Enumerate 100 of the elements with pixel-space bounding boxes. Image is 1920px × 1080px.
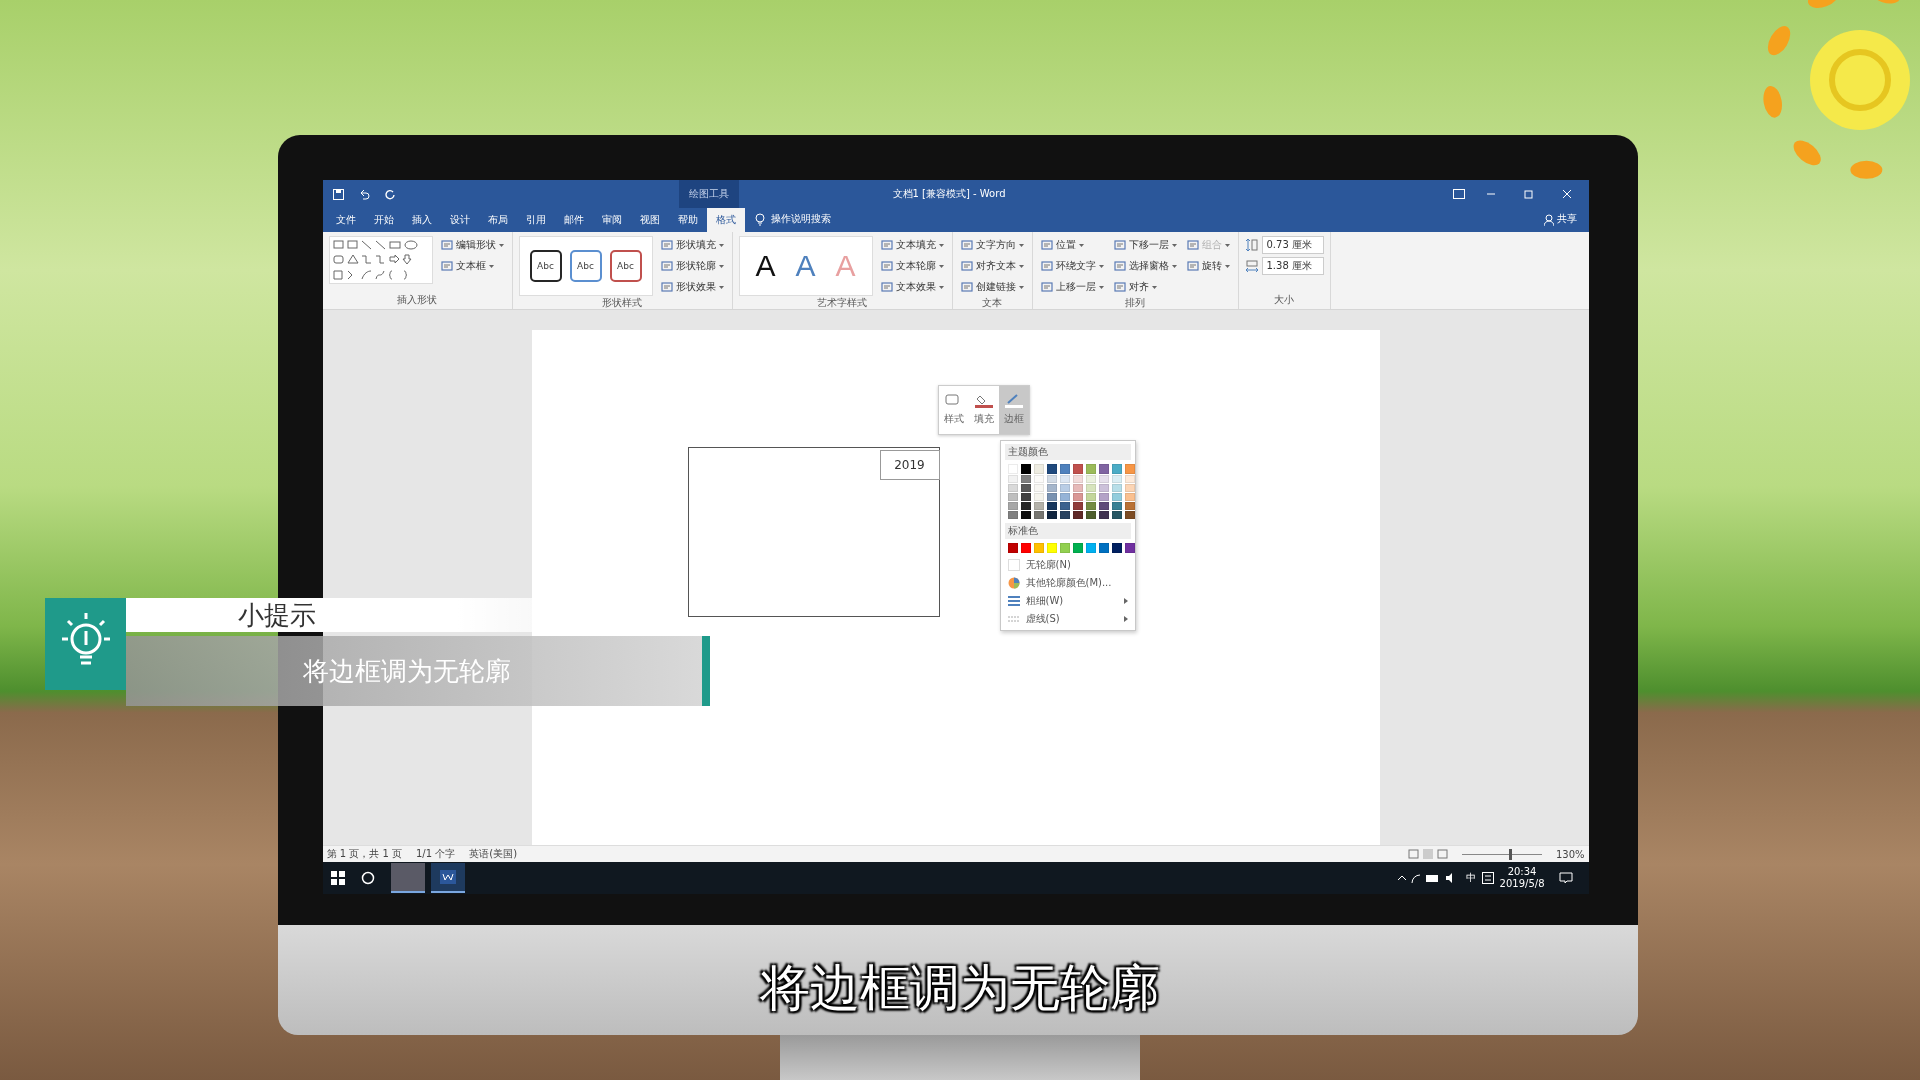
color-swatch[interactable] — [1046, 484, 1057, 492]
taskbar-app-icon[interactable] — [430, 863, 465, 893]
color-swatch[interactable] — [1046, 493, 1057, 501]
color-swatch[interactable] — [1072, 464, 1083, 474]
ribbon-button[interactable]: 文本填充 — [878, 236, 946, 254]
color-swatch[interactable] — [1007, 464, 1018, 474]
color-swatch[interactable] — [1033, 493, 1044, 501]
color-swatch[interactable] — [1072, 511, 1083, 519]
share-button[interactable]: 共享 — [1556, 212, 1577, 226]
color-swatch[interactable] — [1072, 502, 1083, 510]
color-swatch[interactable] — [1098, 543, 1109, 553]
color-swatch[interactable] — [1007, 511, 1018, 519]
ribbon-tab[interactable]: 视图 — [630, 208, 669, 232]
ribbon-tab[interactable]: 文件 — [326, 208, 365, 232]
color-swatch[interactable] — [1007, 484, 1018, 492]
ribbon-button[interactable]: 旋转 — [1184, 257, 1232, 275]
ribbon-button[interactable]: 文本框 — [438, 257, 506, 275]
color-swatch[interactable] — [1020, 475, 1031, 483]
color-swatch[interactable] — [1111, 475, 1122, 483]
color-swatch[interactable] — [1007, 543, 1018, 553]
shape-style-preset[interactable]: Abc — [609, 250, 642, 282]
color-swatch[interactable] — [1085, 464, 1096, 474]
ribbon-button[interactable]: 创建链接 — [958, 278, 1026, 296]
toolbar-button[interactable]: 样式 — [938, 386, 969, 434]
color-swatch[interactable] — [1033, 475, 1044, 483]
size-field[interactable]: 1.38 厘米 — [1261, 257, 1324, 275]
shape-style-preset[interactable]: Abc — [569, 250, 602, 282]
ribbon-button[interactable]: 编辑形状 — [438, 236, 506, 254]
color-swatch[interactable] — [1020, 511, 1031, 519]
save-icon[interactable] — [332, 188, 344, 200]
color-swatch[interactable] — [1020, 484, 1031, 492]
color-swatch[interactable] — [1085, 493, 1096, 501]
tell-me-search[interactable]: 操作说明搜索 — [770, 212, 831, 226]
ribbon-button[interactable]: 下移一层 — [1111, 236, 1179, 254]
color-swatch[interactable] — [1007, 475, 1018, 483]
keyboard-icon[interactable] — [1481, 872, 1494, 884]
color-swatch[interactable] — [1124, 464, 1135, 474]
ribbon-button[interactable]: 对齐文本 — [958, 257, 1026, 275]
color-swatch[interactable] — [1098, 484, 1109, 492]
ribbon-tab[interactable]: 引用 — [516, 208, 555, 232]
wordart-preset[interactable]: A — [749, 249, 782, 283]
color-swatch[interactable] — [1033, 543, 1044, 553]
color-swatch[interactable] — [1124, 484, 1135, 492]
ribbon-tab[interactable]: 插入 — [402, 208, 441, 232]
color-swatch[interactable] — [1111, 511, 1122, 519]
ribbon-tab[interactable]: 审阅 — [592, 208, 631, 232]
ribbon-button[interactable]: 环绕文字 — [1038, 257, 1106, 275]
shape-gallery-drawing[interactable] — [328, 236, 433, 284]
ribbon-button[interactable]: 文本轮廓 — [878, 257, 946, 275]
color-swatch[interactable] — [1111, 502, 1122, 510]
color-swatch[interactable] — [1124, 511, 1135, 519]
color-swatch[interactable] — [1111, 464, 1122, 474]
color-swatch[interactable] — [1033, 464, 1044, 474]
ribbon-button[interactable]: 形状填充 — [658, 236, 726, 254]
ribbon-button[interactable]: 对齐 — [1111, 278, 1179, 296]
color-swatch[interactable] — [1098, 502, 1109, 510]
color-swatch[interactable] — [1059, 511, 1070, 519]
color-swatch[interactable] — [1085, 484, 1096, 492]
color-swatch[interactable] — [1072, 475, 1083, 483]
ribbon-tab[interactable]: 开始 — [364, 208, 403, 232]
color-swatch[interactable] — [1046, 543, 1057, 553]
rectangle-shape[interactable] — [687, 447, 940, 617]
color-swatch[interactable] — [1124, 475, 1135, 483]
color-swatch[interactable] — [1098, 475, 1109, 483]
color-swatch[interactable] — [1111, 493, 1122, 501]
color-swatch[interactable] — [1059, 543, 1070, 553]
shape-style-preset[interactable]: Abc — [529, 250, 562, 282]
color-swatch[interactable] — [1072, 543, 1083, 553]
color-swatch[interactable] — [1085, 543, 1096, 553]
menu-item[interactable]: 粗细(W) — [1004, 593, 1131, 609]
color-swatch[interactable] — [1046, 511, 1057, 519]
ribbon-tab[interactable]: 格式 — [706, 208, 745, 232]
color-swatch[interactable] — [1046, 475, 1057, 483]
menu-item[interactable]: 其他轮廓颜色(M)... — [1004, 575, 1131, 591]
color-swatch[interactable] — [1046, 502, 1057, 510]
ribbon-button[interactable]: 形状效果 — [658, 278, 726, 296]
color-swatch[interactable] — [1059, 484, 1070, 492]
color-swatch[interactable] — [1059, 475, 1070, 483]
ribbon-tab[interactable]: 帮助 — [668, 208, 707, 232]
color-swatch[interactable] — [1111, 543, 1122, 553]
color-swatch[interactable] — [1098, 493, 1109, 501]
color-swatch[interactable] — [1072, 493, 1083, 501]
color-swatch[interactable] — [1085, 502, 1096, 510]
color-swatch[interactable] — [1085, 475, 1096, 483]
color-swatch[interactable] — [1020, 493, 1031, 501]
windows-start-icon[interactable] — [330, 871, 345, 885]
ribbon-button[interactable]: 选择窗格 — [1111, 257, 1179, 275]
color-swatch[interactable] — [1020, 502, 1031, 510]
color-swatch[interactable] — [1046, 464, 1057, 474]
color-swatch[interactable] — [1059, 464, 1070, 474]
clock[interactable]: 20:34 2019/5/8 — [1499, 866, 1545, 890]
color-swatch[interactable] — [1085, 511, 1096, 519]
ribbon-button[interactable]: 形状轮廓 — [658, 257, 726, 275]
redo-icon[interactable] — [383, 188, 395, 200]
color-swatch[interactable] — [1007, 493, 1018, 501]
color-swatch[interactable] — [1098, 464, 1109, 474]
color-swatch[interactable] — [1059, 502, 1070, 510]
color-swatch[interactable] — [1124, 502, 1135, 510]
color-swatch[interactable] — [1124, 493, 1135, 501]
ribbon-tab[interactable]: 设计 — [440, 208, 479, 232]
